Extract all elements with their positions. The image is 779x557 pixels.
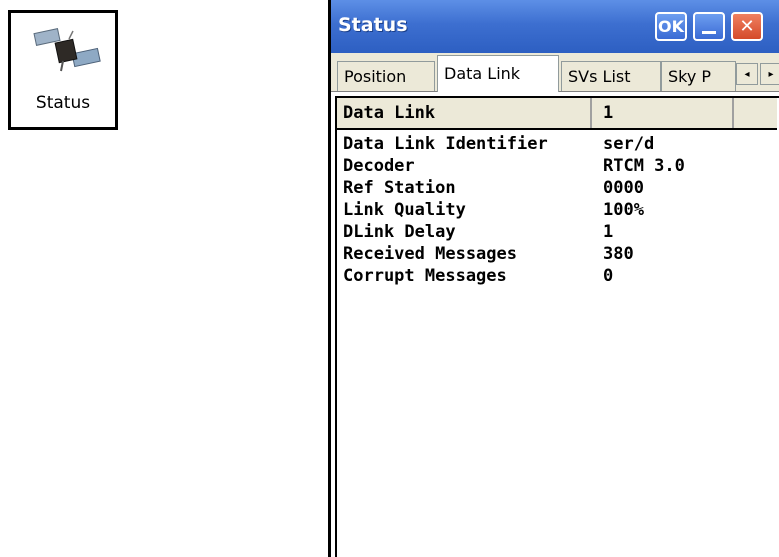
row-key: Corrupt Messages <box>343 266 507 286</box>
table-row: DLink Delay 1 <box>337 220 777 242</box>
row-key: DLink Delay <box>343 222 456 242</box>
row-key: Link Quality <box>343 200 466 220</box>
row-key: Data Link Identifier <box>343 134 548 154</box>
table-row: Decoder RTCM 3.0 <box>337 154 777 176</box>
table-row: Data Link Identifier ser/d <box>337 132 777 154</box>
table-row: Ref Station 0000 <box>337 176 777 198</box>
window-title: Status <box>338 14 408 36</box>
data-link-panel: Data Link 1 Data Link Identifier ser/d D… <box>335 96 779 557</box>
tab-data-link[interactable]: Data Link <box>437 55 559 92</box>
tab-strip: Position Data Link SVs List Sky P ◂ ▸ <box>331 53 779 92</box>
row-value: ser/d <box>603 134 655 154</box>
status-app-label: Status <box>35 93 91 113</box>
table-row: Link Quality 100% <box>337 198 777 220</box>
tab-scroll-left-button[interactable]: ◂ <box>736 63 758 85</box>
arrow-left-icon: ◂ <box>744 68 750 80</box>
data-link-table: Data Link 1 Data Link Identifier ser/d D… <box>337 98 777 286</box>
column-divider[interactable] <box>732 98 734 128</box>
table-row: Received Messages 380 <box>337 242 777 264</box>
row-value: 0000 <box>603 178 644 198</box>
status-app-shortcut[interactable]: Status <box>8 10 118 130</box>
title-bar[interactable]: Status OK ✕ <box>331 0 779 53</box>
row-value: 1 <box>603 222 614 242</box>
tab-position[interactable]: Position <box>337 61 435 91</box>
row-value: 100% <box>603 200 644 220</box>
row-value: 380 <box>603 244 634 264</box>
ok-button[interactable]: OK <box>655 12 687 41</box>
row-value: 0 <box>603 266 614 286</box>
header-col-value: 1 <box>603 103 614 123</box>
minimize-button[interactable] <box>693 12 725 41</box>
row-key: Decoder <box>343 156 415 176</box>
row-key: Ref Station <box>343 178 456 198</box>
tab-svs-list[interactable]: SVs List <box>561 61 661 91</box>
arrow-right-icon: ▸ <box>768 68 774 80</box>
header-col-name: Data Link <box>343 103 436 123</box>
close-icon: ✕ <box>739 16 755 37</box>
table-row: Corrupt Messages 0 <box>337 264 777 286</box>
tab-scroll-right-button[interactable]: ▸ <box>760 63 779 85</box>
satellite-icon <box>33 28 101 72</box>
tab-sky-plot[interactable]: Sky P <box>661 61 736 91</box>
row-key: Received Messages <box>343 244 517 264</box>
column-divider[interactable] <box>590 98 592 128</box>
minimize-icon <box>702 31 716 34</box>
row-value: RTCM 3.0 <box>603 156 685 176</box>
close-button[interactable]: ✕ <box>731 12 763 41</box>
table-header: Data Link 1 <box>337 98 777 130</box>
status-window: Status OK ✕ Position Data Link SVs List … <box>328 0 779 557</box>
